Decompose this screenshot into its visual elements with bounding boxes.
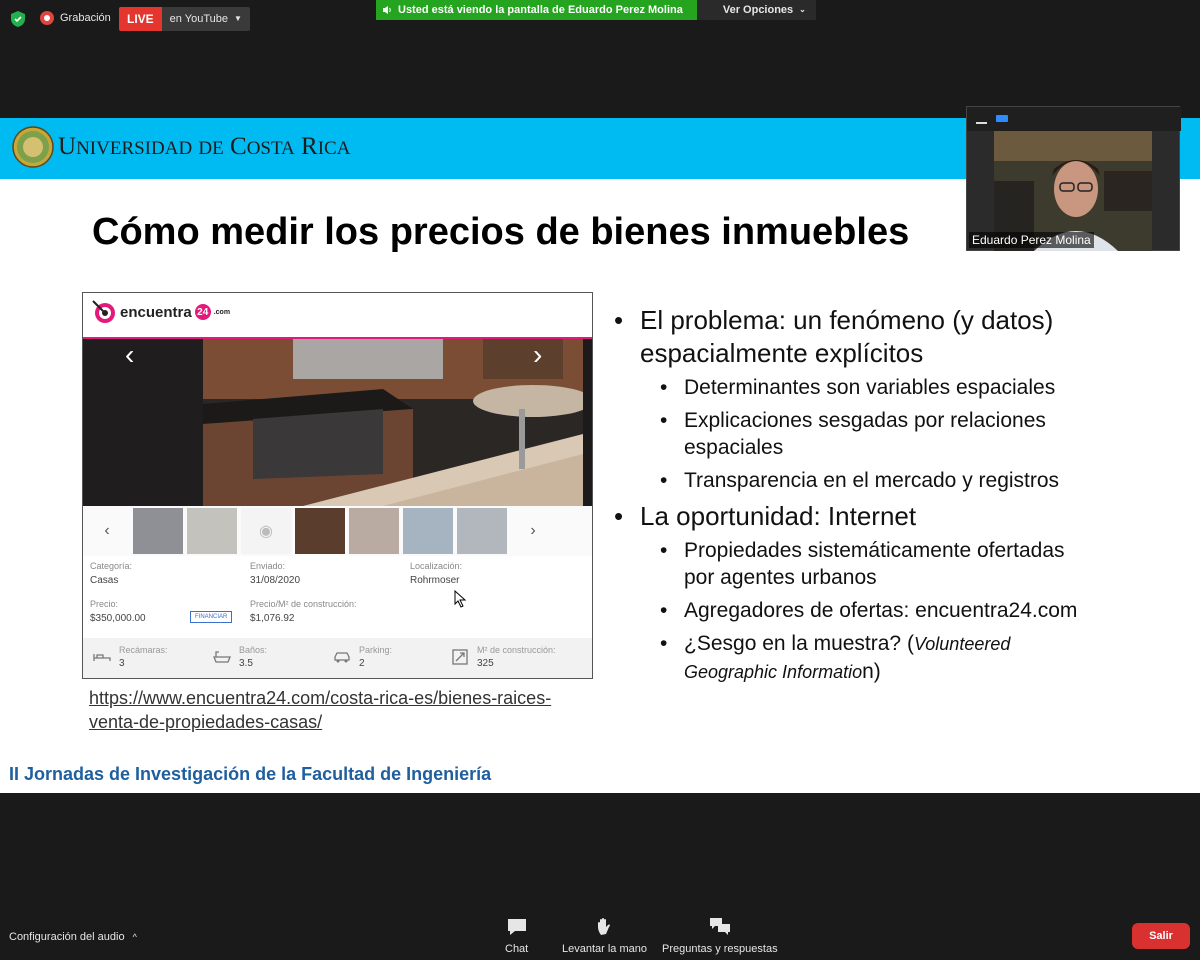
property-stats: Recámaras: 3 Baños: 3.5 Parking: 2 M² de co… [83,638,592,678]
target-icon [92,300,115,323]
qa-label: Preguntas y respuestas [662,943,778,955]
sub-bullet: Transparencia en el mercado y registros [612,467,1082,494]
live-stream-button[interactable]: LIVE en YouTube ▼ [119,7,250,31]
encuentra24-logo: encuentra 24 .com [91,299,230,325]
thumbnail[interactable] [187,508,237,554]
car-icon [334,652,350,663]
posted-field: Enviado: 31/08/2020 [250,561,301,586]
qa-button[interactable]: Preguntas y respuestas [662,917,778,955]
live-badge: LIVE [119,7,162,31]
photo-next-arrow[interactable]: › [533,339,542,371]
sub-bullet: ¿Sesgo en la muestra? (Volunteered Geogr… [612,630,1082,686]
view-options-label: Ver Opciones [722,4,794,16]
slide-footer: II Jornadas de Investigación de la Facul… [9,764,492,784]
price-per-m2-field: Precio/M² de construcción: $1,076.92 [250,599,357,624]
webcam-thumbnail[interactable]: Eduardo Perez Molina [966,106,1181,251]
bathtub-icon [213,651,231,663]
location-field: Localización: Rohrmoser [410,561,463,586]
map-pin-icon[interactable]: ◉ [241,508,291,554]
meeting-bottom-bar: Configuración del audio ^ Chat Levantar … [0,905,1200,960]
thumbnail-strip: ‹ ◉ › [83,506,592,556]
thumbnail[interactable] [457,508,507,554]
live-platform-label: en YouTube [169,13,228,25]
record-icon [40,11,54,25]
switch-view-icon[interactable] [996,115,1008,122]
chevron-up-icon: ^ [132,932,137,942]
listing-screenshot: encuentra 24 .com ‹ › ‹ ◉ › Categoría: C… [82,292,593,679]
bullet-problem: El problema: un fenómeno (y datos) espac… [612,304,1082,370]
bullet-opportunity: La oportunidad: Internet [612,500,1082,533]
raise-hand-label: Levantar la mano [562,943,647,955]
thumbs-next-icon[interactable]: › [509,522,557,540]
webcam-toolbar [967,107,1181,131]
viewing-notice: Usted está viendo la pantalla de Eduardo… [376,0,697,20]
university-name-logo: UNIVERSIDAD DE COSTA RICA [58,133,351,160]
thumbnail[interactable] [293,506,347,556]
bed-icon [93,654,111,661]
thumbnail[interactable] [133,508,183,554]
parking-stat: Parking: 2 [333,645,392,669]
kitchen-photo [83,339,592,506]
price-field: Precio: $350,000.00 [90,599,146,624]
slide-bullets: El problema: un fenómeno (y datos) espac… [612,304,1082,692]
area-stat: M² de construcción: 325 [451,645,556,669]
audio-settings-label: Configuración del audio [9,931,125,943]
viewing-notice-text: Usted está viendo la pantalla de Eduardo… [398,4,683,16]
financiar-button[interactable]: FINANCIAR [190,611,233,623]
sub-bullet: Agregadores de ofertas: encuentra24.com [612,597,1082,624]
speaker-icon [383,6,391,14]
chat-label: Chat [505,943,529,955]
raise-hand-button[interactable]: Levantar la mano [562,917,647,955]
expand-icon [452,649,468,665]
audio-settings-button[interactable]: Configuración del audio ^ [9,931,137,943]
shield-icon[interactable] [10,10,26,28]
photo-prev-arrow[interactable]: ‹ [125,339,134,371]
chevron-down-icon: ⌄ [799,5,806,14]
sub-bullet: Explicaciones sesgadas por relaciones es… [612,407,1082,461]
live-platform-dropdown[interactable]: en YouTube ▼ [161,7,250,31]
recording-label: Grabación [60,12,111,24]
chat-icon [507,919,526,935]
thumbs-prev-icon[interactable]: ‹ [83,522,131,540]
chat-button[interactable]: Chat [505,917,528,955]
sub-bullet: Determinantes son variables espaciales [612,374,1082,401]
mouse-cursor-icon [454,590,467,608]
exit-meeting-button[interactable]: Salir [1132,923,1190,949]
recording-indicator[interactable]: Grabación [40,11,111,25]
bathrooms-stat: Baños: 3.5 [213,645,267,669]
sub-bullet: Propiedades sistemáticamente ofertadas p… [612,537,1082,591]
minimize-icon[interactable] [976,122,987,124]
university-seal-logo [12,126,54,168]
meeting-top-bar: Grabación LIVE en YouTube ▼ Usted está v… [0,0,1200,36]
participant-name: Eduardo Perez Molina [969,232,1094,248]
thumbnail[interactable] [403,508,453,554]
listing-url-link[interactable]: https://www.encuentra24.com/costa-rica-e… [89,686,551,734]
hand-icon [597,918,610,935]
thumbnail[interactable] [349,508,399,554]
screen-share-banner: Usted está viendo la pantalla de Eduardo… [376,0,816,20]
bedrooms-stat: Recámaras: 3 [93,645,168,669]
caret-down-icon: ▼ [234,14,242,23]
category-field: Categoría: Casas [90,561,133,586]
slide-title: Cómo medir los precios de bienes inmuebl… [92,211,910,253]
view-options-button[interactable]: Ver Opciones ⌄ [696,0,816,20]
qa-icon [709,918,730,935]
